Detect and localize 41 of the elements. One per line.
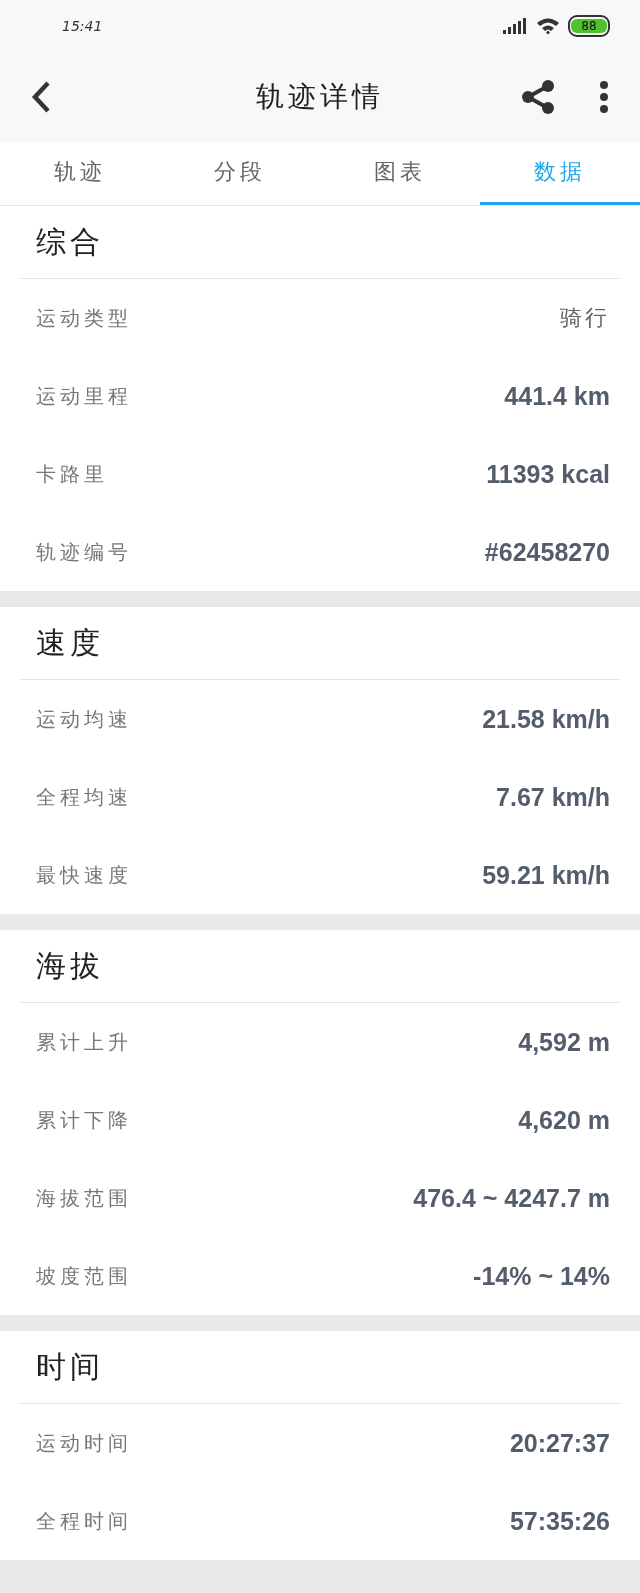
row-value: 7.67 km/h bbox=[496, 782, 610, 812]
row-label: 累计下降 bbox=[36, 1106, 132, 1134]
section-title: 海拔 bbox=[36, 946, 104, 985]
row-value: 476.4 ~ 4247.7 m bbox=[413, 1183, 610, 1213]
row-label: 运动里程 bbox=[36, 382, 132, 410]
more-button[interactable] bbox=[598, 80, 610, 114]
row-value: 4,592 m bbox=[518, 1027, 610, 1057]
signal-icon bbox=[502, 18, 528, 34]
status-time: 15:41 bbox=[62, 18, 103, 34]
row-label: 全程时间 bbox=[36, 1507, 132, 1535]
row-value: #62458270 bbox=[484, 537, 610, 567]
row-value: 11393 kcal bbox=[486, 459, 610, 489]
row-label: 运动类型 bbox=[36, 304, 132, 332]
row-value: 骑行 bbox=[560, 304, 610, 332]
section-title: 综合 bbox=[36, 222, 104, 261]
row-value: 21.58 km/h bbox=[482, 704, 610, 734]
section-title: 速度 bbox=[36, 623, 104, 662]
tab[interactable]: 分段 bbox=[160, 142, 320, 205]
share-button[interactable] bbox=[520, 80, 556, 114]
row-label: 轨迹编号 bbox=[36, 538, 132, 566]
row-label: 累计上升 bbox=[36, 1028, 132, 1056]
tab[interactable]: 轨迹 bbox=[0, 142, 160, 205]
page-title: 轨迹详情 bbox=[256, 79, 384, 115]
row-label: 最快速度 bbox=[36, 861, 132, 889]
back-button[interactable] bbox=[30, 80, 52, 114]
row-label: 运动均速 bbox=[36, 705, 132, 733]
row-label: 海拔范围 bbox=[36, 1184, 132, 1212]
row-value: 57:35:26 bbox=[509, 1506, 610, 1536]
row-label: 全程均速 bbox=[36, 783, 132, 811]
row-label: 卡路里 bbox=[36, 460, 108, 488]
row-value: 20:27:37 bbox=[509, 1428, 610, 1458]
battery-indicator: 88 bbox=[568, 15, 610, 37]
row-value: 441.4 km bbox=[504, 381, 610, 411]
wifi-icon bbox=[536, 17, 560, 35]
row-label: 运动时间 bbox=[36, 1429, 132, 1457]
section-title: 时间 bbox=[36, 1347, 104, 1386]
row-value: 4,620 m bbox=[518, 1105, 610, 1135]
row-label: 坡度范围 bbox=[36, 1262, 132, 1290]
tab[interactable]: 图表 bbox=[320, 142, 480, 205]
row-value: -14% ~ 14% bbox=[473, 1261, 610, 1291]
row-value: 59.21 km/h bbox=[482, 860, 610, 890]
